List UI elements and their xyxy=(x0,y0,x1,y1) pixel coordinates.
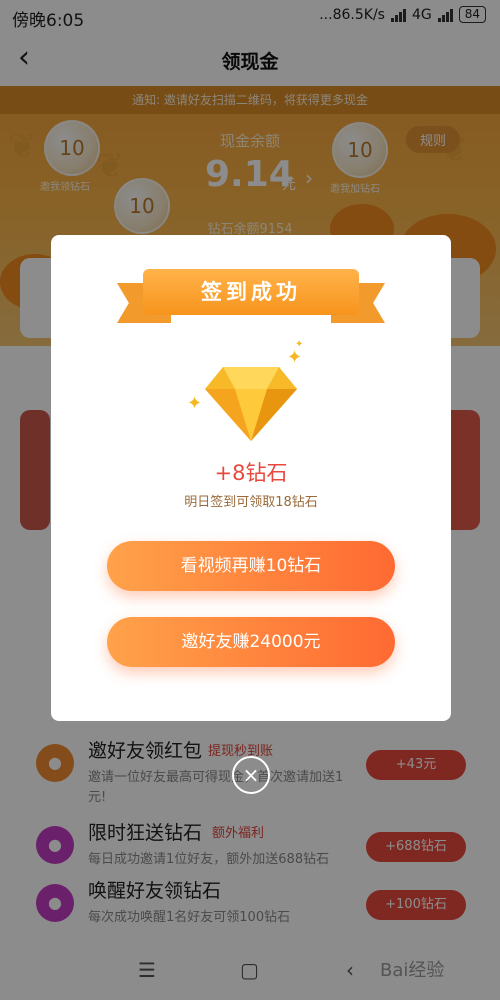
sparkle-icon: ✦ xyxy=(295,339,304,350)
invite-friends-button[interactable]: 邀好友赚24000元 xyxy=(107,617,395,667)
sparkle-icon: ✦ xyxy=(287,347,303,368)
ribbon-title: 签到成功 xyxy=(143,269,359,315)
ribbon-banner: 签到成功 xyxy=(51,265,451,345)
close-icon[interactable]: × xyxy=(232,756,270,794)
checkin-success-modal: 签到成功 ✦ ✦ ✦ +8钻石 明日签到可领取18钻石 看视频再赚10钻石 邀好… xyxy=(51,235,451,721)
sparkle-icon: ✦ xyxy=(187,393,203,414)
diamond-icon xyxy=(205,367,297,441)
watch-video-button[interactable]: 看视频再赚10钻石 xyxy=(107,541,395,591)
reward-subtitle: 明日签到可领取18钻石 xyxy=(184,495,318,510)
reward-amount: +8钻石 xyxy=(214,461,288,485)
